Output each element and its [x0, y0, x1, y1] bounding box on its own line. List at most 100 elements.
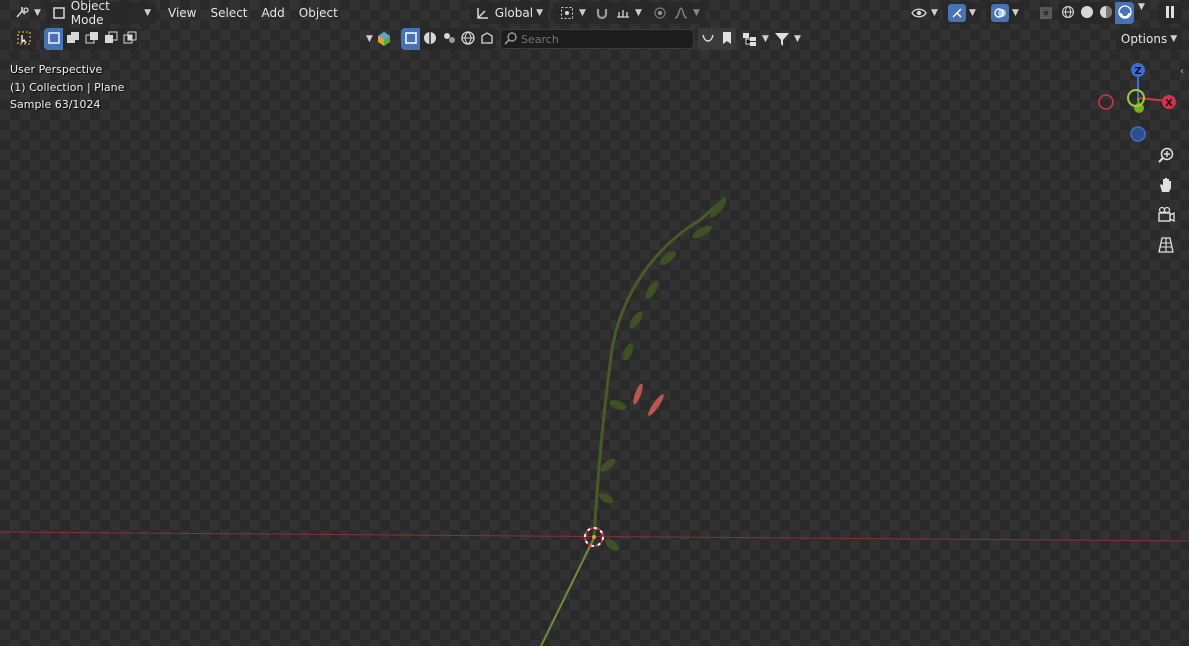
select-subtract-mode[interactable]	[82, 28, 101, 50]
scene-icon	[480, 31, 494, 48]
select-subtract-icon	[85, 31, 99, 48]
active-tool-button[interactable]	[12, 28, 36, 50]
mesh-icon	[404, 31, 418, 48]
chevron-down-icon: ▼	[1138, 2, 1145, 12]
select-new-icon	[47, 31, 61, 48]
plant-stem-lower	[540, 537, 595, 646]
curve-icon	[701, 31, 715, 48]
menu-select[interactable]: Select	[204, 2, 253, 24]
camera-view-button[interactable]	[1154, 205, 1178, 229]
neg-z-handle[interactable]	[1130, 126, 1146, 142]
material-preview-icon	[1099, 5, 1113, 22]
texture-icon	[442, 31, 456, 48]
magnet-icon	[593, 4, 611, 22]
menu-view[interactable]: View	[162, 2, 202, 24]
3d-viewport[interactable]: ▼ Object Mode ▼ View Select Add Object G…	[0, 0, 1189, 646]
select-extend-mode[interactable]	[63, 28, 82, 50]
plant-stem	[592, 196, 726, 539]
chevron-down-icon: ▼	[1012, 8, 1019, 18]
pivot-point-dropdown[interactable]: ▼	[553, 2, 591, 24]
shading-wireframe[interactable]	[1058, 2, 1077, 24]
falloff-icon	[672, 4, 690, 22]
tool-settings-header: ▼ ▼ ▼	[0, 26, 1189, 52]
header-menus: View Select Add Object	[162, 2, 344, 24]
select-invert-mode[interactable]	[101, 28, 120, 50]
pause-render-button[interactable]	[1158, 2, 1182, 24]
material-icon	[423, 31, 437, 48]
options-label: Options	[1120, 32, 1168, 46]
eye-icon	[910, 4, 928, 22]
grid-perspective-icon	[1157, 236, 1175, 258]
zoom-button[interactable]	[1154, 145, 1178, 169]
viewport-header: ▼ Object Mode ▼ View Select Add Object G…	[0, 0, 1189, 27]
chevron-down-icon: ▼	[579, 8, 586, 18]
chevron-down-icon: ▼	[1170, 34, 1178, 44]
chevron-down-icon: ▼	[969, 8, 976, 18]
zoom-icon	[1157, 146, 1175, 168]
chevron-down-icon: ▼	[366, 34, 373, 44]
gizmo-icon	[948, 4, 966, 22]
chevron-down-icon: ▼	[536, 8, 543, 18]
xray-icon	[1037, 4, 1055, 22]
select-invert-icon	[104, 31, 118, 48]
search-input[interactable]	[500, 29, 694, 49]
bookmark-icon	[720, 31, 734, 48]
menu-object[interactable]: Object	[293, 2, 344, 24]
projection-toggle-button[interactable]	[1154, 235, 1178, 259]
viewport-info: User Perspective (1) Collection | Plane …	[10, 61, 124, 114]
proportional-editing-icon	[651, 4, 669, 22]
snap-increment-icon	[614, 4, 632, 22]
scene-objects-icon	[375, 30, 393, 48]
chevron-down-icon: ▼	[34, 8, 41, 18]
select-new-mode[interactable]	[44, 28, 63, 50]
hand-icon	[1157, 176, 1175, 198]
select-intersect-mode[interactable]	[120, 28, 139, 50]
chevron-down-icon: ▼	[144, 8, 151, 18]
plant-flowers	[633, 383, 664, 416]
filter-texture[interactable]	[439, 28, 458, 50]
xray-toggle[interactable]	[1032, 2, 1060, 24]
pan-button[interactable]	[1154, 175, 1178, 199]
filter-scene[interactable]	[477, 28, 496, 50]
search-box	[500, 29, 694, 49]
options-dropdown[interactable]: Options ▼	[1116, 28, 1182, 50]
filter-mesh[interactable]	[401, 28, 420, 50]
wireframe-icon	[1061, 5, 1075, 22]
transform-orientation-dropdown[interactable]: Global ▼	[470, 2, 548, 24]
camera-icon	[1157, 206, 1175, 228]
neg-x-handle[interactable]	[1098, 94, 1114, 110]
orientation-label: Global	[494, 6, 534, 20]
proportional-editing[interactable]: ▼	[646, 2, 705, 24]
z-axis-label: Z	[1134, 66, 1141, 77]
object-type-filter[interactable]: ▼	[366, 28, 393, 50]
editor-type-button[interactable]: ▼	[8, 2, 46, 24]
filter-material[interactable]	[420, 28, 439, 50]
filter-toggle-a[interactable]	[698, 28, 717, 50]
object-mode-icon	[51, 4, 68, 22]
overlays-icon	[991, 4, 1009, 22]
visibility-dropdown[interactable]: ▼	[905, 2, 943, 24]
filter-dropdown[interactable]: ▼	[768, 28, 806, 50]
filter-toggle-b[interactable]	[717, 28, 736, 50]
shading-rendered[interactable]	[1115, 2, 1134, 24]
menu-add[interactable]: Add	[256, 2, 291, 24]
editor-type-icon	[13, 4, 31, 22]
sidebar-toggle[interactable]: ‹	[1180, 66, 1184, 77]
mode-label: Object Mode	[70, 0, 110, 27]
snap-toggle[interactable]: ▼	[588, 2, 647, 24]
shading-solid[interactable]	[1077, 2, 1096, 24]
shading-material[interactable]	[1096, 2, 1115, 24]
rendered-icon	[1117, 4, 1132, 22]
shading-dropdown[interactable]: ▼	[1138, 2, 1145, 12]
mode-dropdown[interactable]: Object Mode ▼	[46, 0, 156, 27]
chevron-down-icon: ▼	[931, 8, 938, 18]
plant-render	[0, 196, 1189, 646]
chevron-down-icon: ▼	[693, 8, 700, 18]
overlays-toggle[interactable]: ▼	[986, 2, 1024, 24]
filter-world[interactable]	[458, 28, 477, 50]
chevron-left-icon: ‹	[1180, 66, 1184, 77]
gizmo-toggle[interactable]: ▼	[943, 2, 981, 24]
filter-funnel-icon	[773, 30, 791, 48]
solid-icon	[1080, 5, 1094, 22]
navigation-gizmo[interactable]: Z X	[1092, 58, 1184, 148]
